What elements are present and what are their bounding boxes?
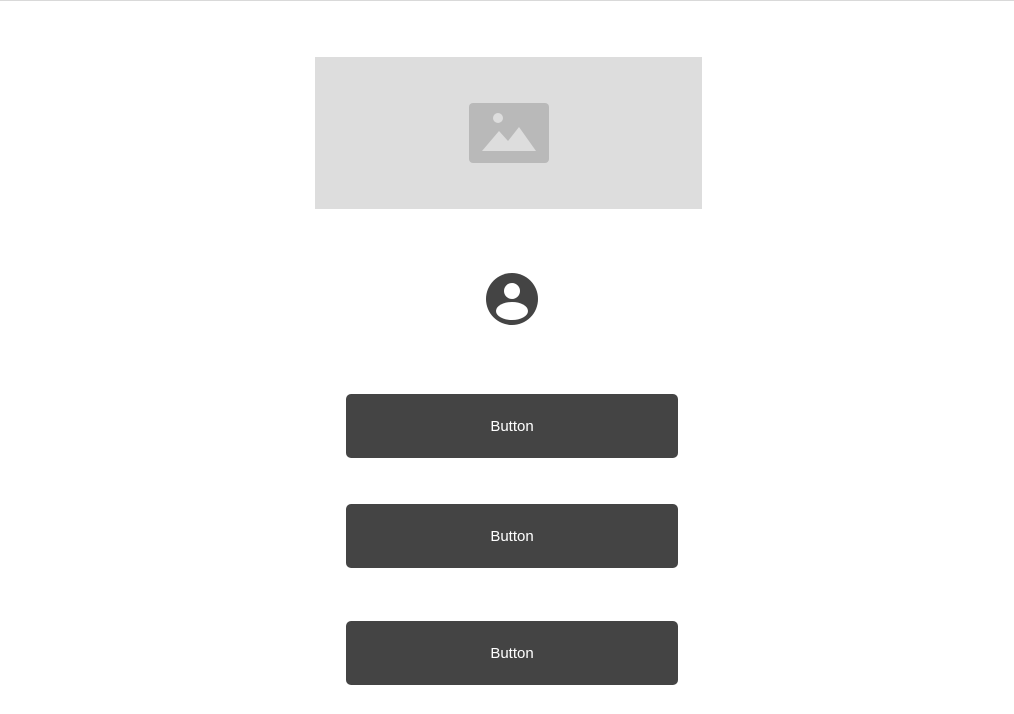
user-avatar-icon — [486, 273, 538, 325]
button-label: Button — [490, 417, 534, 435]
button-label: Button — [490, 527, 534, 545]
image-placeholder — [315, 57, 702, 209]
page: Button Button Button — [0, 0, 1014, 714]
image-icon — [469, 103, 549, 163]
button-label: Button — [490, 644, 534, 662]
top-divider — [0, 0, 1014, 1]
primary-button-1[interactable]: Button — [346, 394, 678, 458]
primary-button-2[interactable]: Button — [346, 504, 678, 568]
primary-button-3[interactable]: Button — [346, 621, 678, 685]
